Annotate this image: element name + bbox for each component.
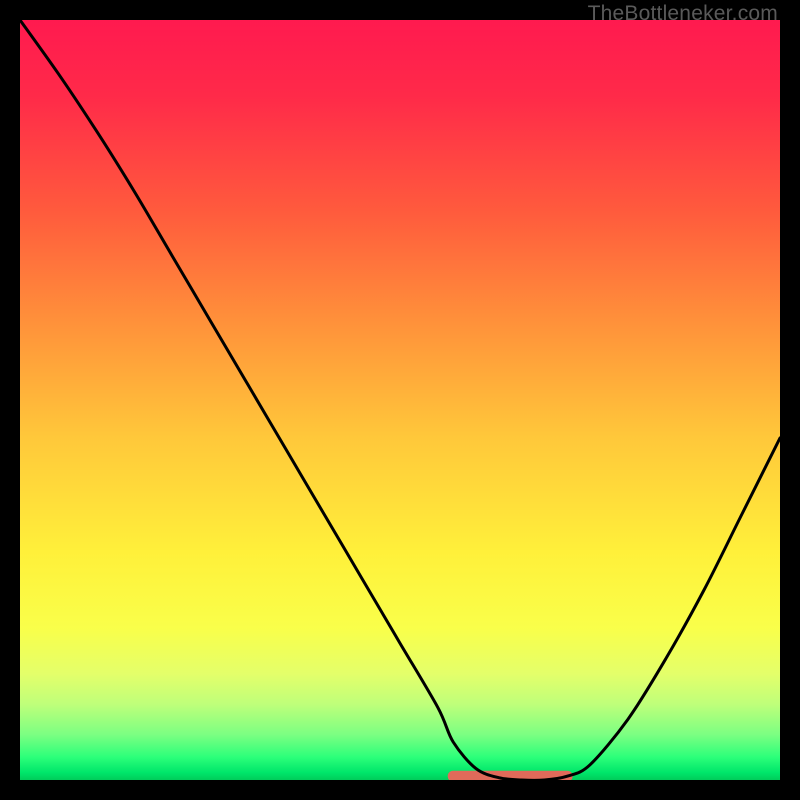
bottleneck-curve-svg xyxy=(20,20,780,780)
watermark-text: TheBottleneker.com xyxy=(588,2,778,26)
bottleneck-curve-line xyxy=(20,20,780,780)
plot-area xyxy=(20,20,780,780)
chart-frame: TheBottleneker.com xyxy=(0,0,800,800)
